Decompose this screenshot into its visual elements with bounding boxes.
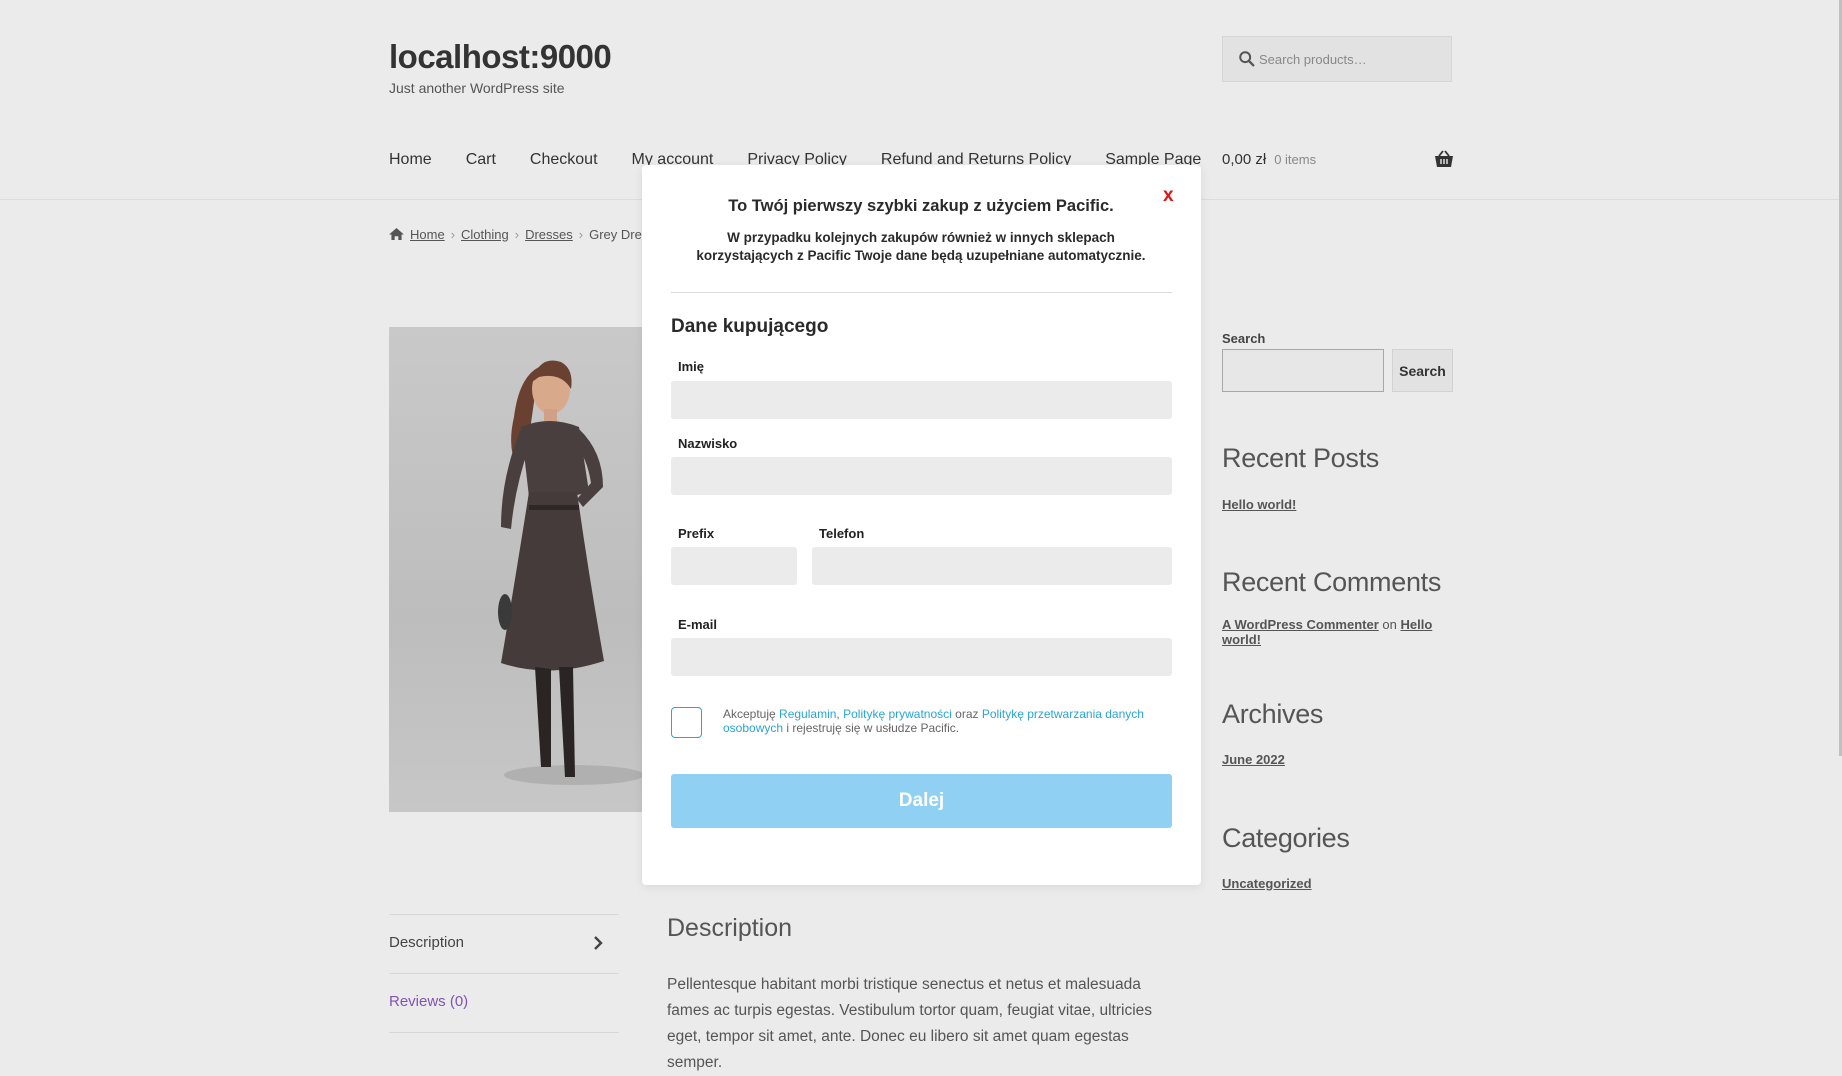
nav-item-home[interactable]: Home (389, 151, 432, 168)
consent-text-end: i rejestruję się w usłudze Pacific. (786, 721, 960, 735)
breadcrumb-current: Grey Dres (589, 227, 649, 242)
cart-item-count: 0 items (1274, 152, 1317, 167)
tab-description[interactable]: Description (389, 934, 464, 951)
consent-and: oraz (955, 707, 979, 721)
sidebar-search-label: Search (1222, 331, 1266, 346)
phone-prefix-field[interactable] (671, 547, 797, 585)
site-title[interactable]: localhost:9000 (389, 38, 612, 76)
comment-author-link[interactable]: A WordPress Commenter (1222, 617, 1379, 632)
comment-post-link[interactable]: Hello (1400, 617, 1432, 632)
modal-subtitle-line1: W przypadku kolejnych zakupów również w … (727, 230, 1115, 245)
next-button[interactable]: Dalej (671, 774, 1172, 828)
consent-text: Akceptuję Regulamin, Politykę prywatnośc… (723, 707, 1163, 735)
breadcrumb-separator: › (514, 227, 520, 242)
modal-title: To Twój pierwszy szybki zakup z użyciem … (728, 197, 1114, 215)
tab-divider (389, 973, 619, 974)
categories-heading: Categories (1222, 823, 1350, 853)
phone-prefix-label: Prefix (678, 526, 715, 541)
nav-item-checkout[interactable]: Checkout (530, 151, 598, 168)
email-field[interactable] (671, 638, 1172, 676)
phone-label: Telefon (819, 526, 865, 541)
consent-comma: , (836, 707, 840, 721)
email-label: E-mail (678, 617, 718, 632)
product-image[interactable] (389, 327, 642, 812)
tab-divider (389, 1032, 619, 1033)
comment-post-link-continued[interactable]: world! (1222, 632, 1261, 647)
breadcrumb-home[interactable]: Home (410, 227, 445, 242)
tab-divider (389, 914, 619, 915)
terms-link[interactable]: Regulamin (779, 707, 836, 721)
archive-link[interactable]: June 2022 (1222, 752, 1285, 767)
breadcrumb-separator: › (578, 227, 584, 242)
recent-post-link[interactable]: Hello world! (1222, 497, 1296, 512)
privacy-policy-link[interactable]: Politykę prywatności (843, 707, 952, 721)
modal-subtitle-line2: korzystających z Pacific Twoje dane będą… (696, 248, 1146, 263)
dress-model-illustration (498, 360, 642, 785)
search-placeholder: Search products… (1259, 52, 1367, 67)
chevron-right-icon (594, 936, 603, 950)
description-heading: Description (667, 914, 793, 942)
phone-field[interactable] (812, 547, 1172, 585)
consent-checkbox[interactable] (671, 707, 702, 738)
nav-item-cart[interactable]: Cart (466, 151, 496, 168)
search-icon (1239, 51, 1255, 67)
breadcrumb: Home › Clothing › Dresses › Grey Dres (389, 227, 648, 242)
buyer-details-heading: Dane kupującego (671, 316, 829, 337)
breadcrumb-separator: › (450, 227, 456, 242)
site-description: Just another WordPress site (389, 80, 565, 96)
cart-total: 0,00 zł (1222, 151, 1267, 168)
header-cart-summary[interactable]: 0,00 zł 0 items (1222, 151, 1316, 168)
shopping-basket-icon[interactable] (1434, 150, 1454, 168)
recent-comment-item: A WordPress Commenter on Hello world! (1222, 617, 1442, 647)
last-name-label: Nazwisko (678, 436, 738, 451)
tab-reviews[interactable]: Reviews (0) (389, 993, 468, 1010)
description-text: Pellentesque habitant morbi tristique se… (667, 976, 1153, 1071)
breadcrumb-dresses[interactable]: Dresses (525, 227, 573, 242)
sidebar-search-button[interactable]: Search (1392, 349, 1453, 392)
modal-subtitle: W przypadku kolejnych zakupów również w … (671, 229, 1171, 265)
first-name-label: Imię (678, 359, 705, 374)
modal-divider (671, 292, 1172, 293)
last-name-field[interactable] (671, 457, 1172, 495)
product-search-input[interactable]: Search products… (1222, 36, 1452, 82)
breadcrumb-clothing[interactable]: Clothing (461, 227, 509, 242)
first-name-field[interactable] (671, 381, 1172, 419)
recent-posts-heading: Recent Posts (1222, 443, 1379, 473)
recent-comments-heading: Recent Comments (1222, 567, 1442, 597)
category-link[interactable]: Uncategorized (1222, 876, 1312, 891)
consent-text-start: Akceptuję (723, 707, 776, 721)
comment-on-text: on (1382, 617, 1397, 632)
archives-heading: Archives (1222, 699, 1324, 729)
home-icon (389, 228, 404, 240)
sidebar-search-input[interactable] (1222, 349, 1384, 392)
